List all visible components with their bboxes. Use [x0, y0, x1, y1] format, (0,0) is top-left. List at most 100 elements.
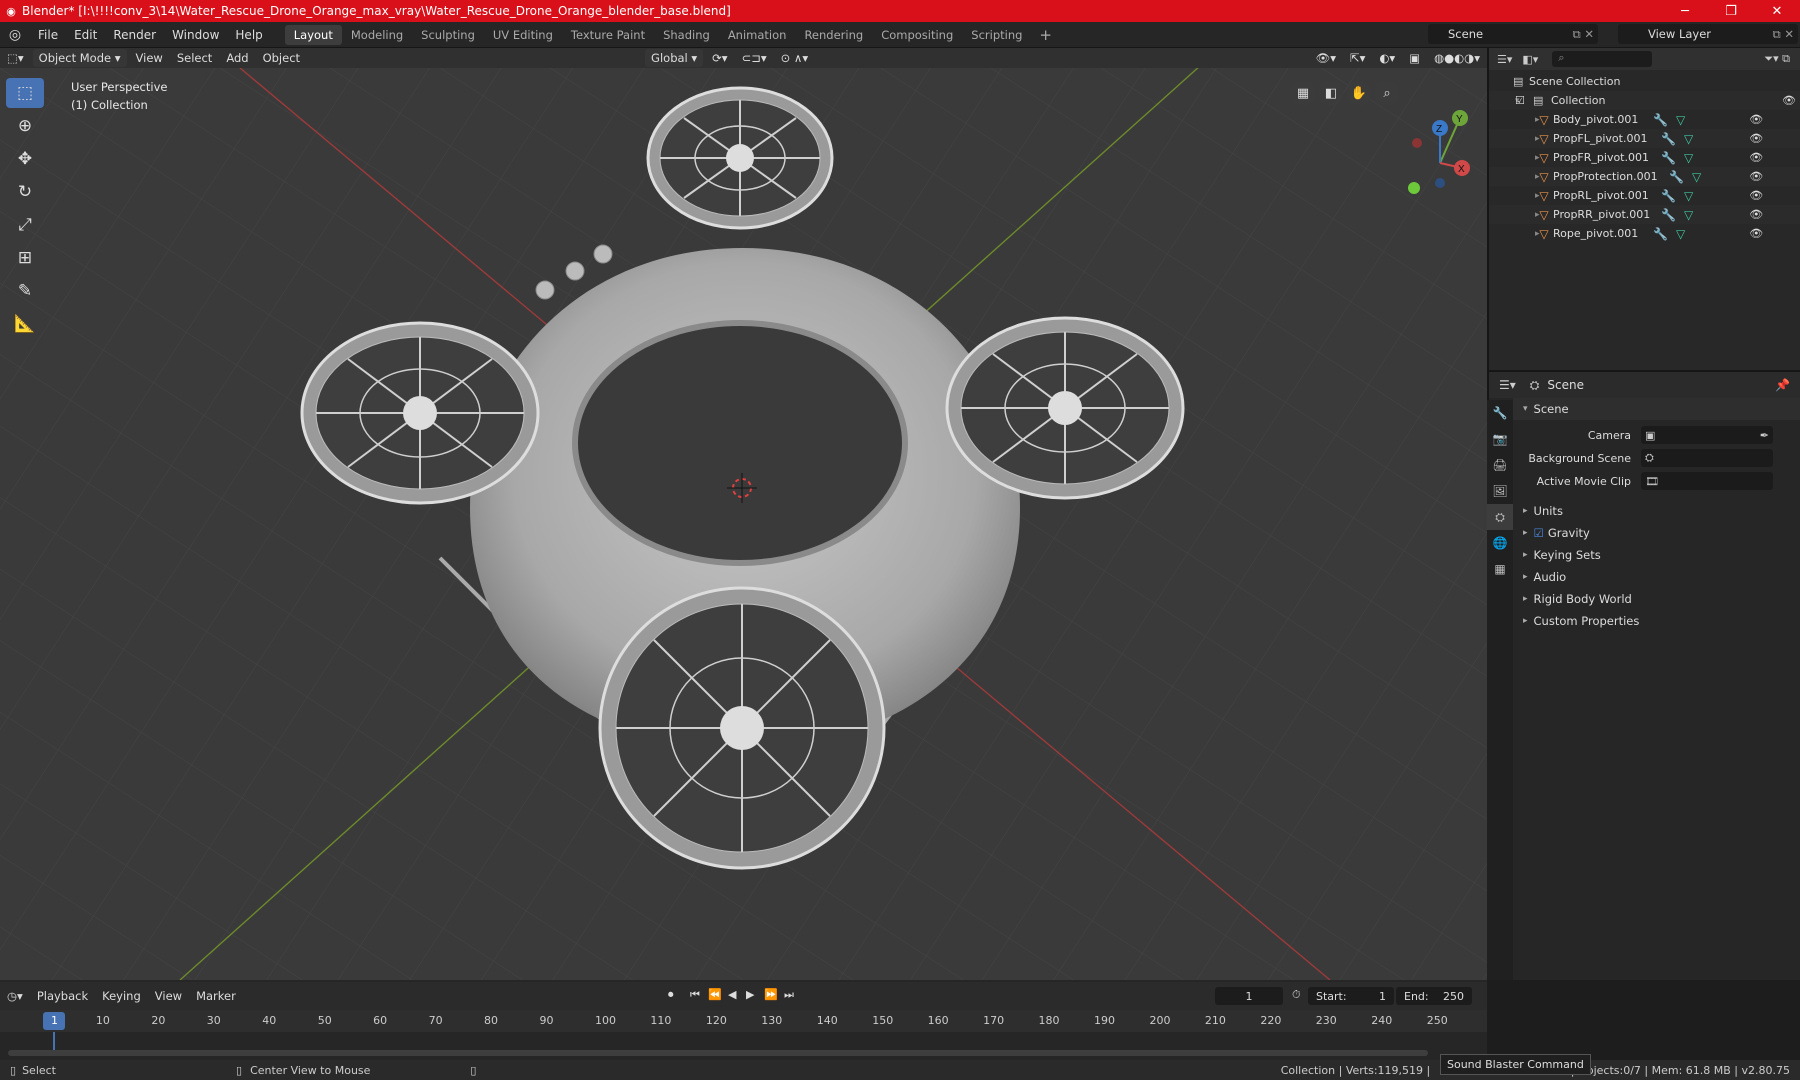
outliner-search-input[interactable]: ⌕: [1552, 51, 1653, 67]
modifier-wrench-icon[interactable]: 🔧: [1669, 170, 1684, 184]
visibility-eye-icon[interactable]: 👁: [1745, 151, 1767, 164]
measure-tool-icon[interactable]: 📐: [6, 309, 44, 339]
modifier-wrench-icon[interactable]: 🔧: [1661, 132, 1676, 146]
expand-icon[interactable]: ▸: [1489, 134, 1540, 144]
stopwatch-icon[interactable]: ⏱: [1292, 988, 1301, 1002]
tab-texture-paint[interactable]: Texture Paint: [562, 25, 654, 45]
gizmo-toggle-icon[interactable]: ⇱▾: [1343, 51, 1372, 65]
visibility-eye-icon[interactable]: 👁: [1745, 227, 1767, 240]
snap-icon[interactable]: ⊂⊐▾: [735, 51, 774, 65]
add-workspace-button[interactable]: +: [1031, 26, 1060, 44]
mesh-data-icon[interactable]: ▽: [1684, 132, 1693, 146]
gravity-checkbox[interactable]: ☑: [1528, 526, 1544, 540]
units-panel-header[interactable]: ▸ Units: [1513, 500, 1800, 522]
viewport-menu-select[interactable]: Select: [170, 51, 219, 65]
transform-orientation-dropdown[interactable]: Global ▾: [645, 49, 704, 67]
visibility-eye-icon[interactable]: 👁: [1745, 113, 1767, 126]
visibility-eye-icon[interactable]: 👁: [1745, 189, 1767, 202]
editor-type-icon[interactable]: ⬚▾: [0, 51, 31, 65]
outliner-collection[interactable]: ▾ ☑ ▤ Collection 👁: [1489, 91, 1800, 110]
mode-dropdown[interactable]: Object Mode ▾: [32, 49, 127, 67]
mesh-data-icon[interactable]: ▽: [1676, 113, 1685, 127]
maximize-button[interactable]: ❐: [1708, 4, 1754, 19]
jump-end-button[interactable]: ⏭: [784, 988, 794, 1002]
expand-icon[interactable]: ▸: [1489, 153, 1540, 163]
tab-modeling[interactable]: Modeling: [342, 25, 412, 45]
outliner-object-row[interactable]: ▸ ▽ Rope_pivot.001 🔧 ▽ 👁: [1489, 224, 1800, 243]
menu-edit[interactable]: Edit: [66, 22, 105, 48]
new-scene-icon[interactable]: ⧉ ✕: [1572, 27, 1598, 42]
new-view-layer-icon[interactable]: ⧉ ✕: [1772, 27, 1798, 42]
view-layer-tab-icon[interactable]: 🖼: [1487, 478, 1513, 504]
properties-editor-icon[interactable]: ☰▾: [1489, 378, 1516, 392]
modifier-wrench-icon[interactable]: 🔧: [1653, 113, 1668, 127]
jump-start-button[interactable]: ⏮: [690, 988, 700, 1002]
shading-modes-icon[interactable]: ◍●◐◑▾: [1427, 51, 1487, 65]
scene-selector[interactable]: Scene ⧉ ✕: [1428, 24, 1598, 44]
outliner-object-row[interactable]: ▸ ▽ PropFR_pivot.001 🔧 ▽ 👁: [1489, 148, 1800, 167]
start-frame-field[interactable]: Start: 1: [1308, 987, 1394, 1005]
mesh-data-icon[interactable]: ▽: [1684, 151, 1693, 165]
3d-viewport[interactable]: Y Z X User Perspective (1) Collection ▦ …: [0, 68, 1487, 980]
proportional-edit-icon[interactable]: ⊙ ∧▾: [774, 51, 815, 65]
viewport-menu-view[interactable]: View: [129, 51, 170, 65]
timeline-editor-icon[interactable]: ◷▾: [0, 989, 30, 1003]
mesh-data-icon[interactable]: ▽: [1684, 189, 1693, 203]
mesh-data-icon[interactable]: ▽: [1684, 208, 1693, 222]
tab-scripting[interactable]: Scripting: [962, 25, 1031, 45]
cursor-tool-icon[interactable]: ⊕: [6, 111, 44, 141]
visibility-eye-icon[interactable]: 👁: [1745, 132, 1767, 145]
outliner-object-row[interactable]: ▸ ▽ PropRL_pivot.001 🔧 ▽ 👁: [1489, 186, 1800, 205]
current-frame-field[interactable]: 1: [1215, 987, 1283, 1005]
tab-sculpting[interactable]: Sculpting: [412, 25, 484, 45]
world-tab-icon[interactable]: 🌐: [1487, 530, 1513, 556]
outliner-object-row[interactable]: ▸ ▽ PropFL_pivot.001 🔧 ▽ 👁: [1489, 129, 1800, 148]
timeline-view-menu[interactable]: View: [148, 989, 189, 1003]
tool-tab-icon[interactable]: 🔧: [1487, 400, 1513, 426]
jump-keyframe-forward-button[interactable]: ⏩: [764, 988, 778, 1001]
tab-rendering[interactable]: Rendering: [795, 25, 872, 45]
jump-keyframe-back-button[interactable]: ⏪: [708, 988, 722, 1001]
tab-uv-editing[interactable]: UV Editing: [484, 25, 562, 45]
close-button[interactable]: ✕: [1754, 4, 1800, 19]
gravity-panel-header[interactable]: ▸ ☑ Gravity: [1513, 522, 1800, 544]
audio-panel-header[interactable]: ▸ Audio: [1513, 566, 1800, 588]
menu-window[interactable]: Window: [164, 22, 227, 48]
expand-icon[interactable]: ▸: [1489, 115, 1540, 125]
tab-compositing[interactable]: Compositing: [872, 25, 962, 45]
record-button[interactable]: ⏺: [668, 988, 674, 1002]
move-tool-icon[interactable]: ✥: [6, 144, 44, 174]
active-movie-clip-field[interactable]: 🎞: [1641, 472, 1773, 490]
scene-tab-icon[interactable]: ⛭: [1487, 504, 1513, 530]
outliner-object-row[interactable]: ▸ ▽ Body_pivot.001 🔧 ▽ 👁: [1489, 110, 1800, 129]
visibility-eye-icon[interactable]: 👁: [1745, 208, 1767, 221]
render-tab-icon[interactable]: 📷: [1487, 426, 1513, 452]
tab-layout[interactable]: Layout: [284, 24, 342, 45]
expand-icon[interactable]: ▸: [1489, 191, 1540, 201]
viewport-menu-add[interactable]: Add: [219, 51, 255, 65]
blender-menu-icon[interactable]: ◎: [0, 27, 30, 43]
expand-chevron-icon[interactable]: ▾: [1489, 96, 1520, 106]
pivot-icon[interactable]: ⟳▾: [705, 51, 734, 65]
frame-ruler[interactable]: 1 10 20 30 40 50 60 70 80 90 100 110 120 130 140 150 160…: [0, 1010, 1487, 1032]
pan-hand-icon[interactable]: ✋: [1346, 80, 1372, 106]
minimize-button[interactable]: ─: [1662, 4, 1708, 19]
scale-tool-icon[interactable]: ⤢: [6, 210, 44, 240]
scene-panel-header[interactable]: ▾ Scene: [1513, 398, 1800, 420]
transform-tool-icon[interactable]: ⊞: [6, 243, 44, 273]
keying-sets-panel-header[interactable]: ▸ Keying Sets: [1513, 544, 1800, 566]
camera-view-icon[interactable]: ◧: [1318, 80, 1344, 106]
eyedropper-icon[interactable]: ✒: [1760, 429, 1773, 442]
output-tab-icon[interactable]: 🖨: [1487, 452, 1513, 478]
display-mode-icon[interactable]: ◧▾: [1512, 53, 1538, 66]
rigid-body-world-panel-header[interactable]: ▸ Rigid Body World: [1513, 588, 1800, 610]
timeline-scrollbar[interactable]: [8, 1050, 1428, 1056]
view-layer-selector[interactable]: View Layer ⧉ ✕: [1618, 24, 1798, 44]
play-reverse-button[interactable]: ◀: [728, 988, 736, 1001]
zoom-icon[interactable]: ⌕: [1374, 80, 1400, 106]
outliner-object-row[interactable]: ▸ ▽ PropProtection.001 🔧 ▽ 👁: [1489, 167, 1800, 186]
playback-menu[interactable]: Playback: [30, 989, 95, 1003]
modifier-wrench-icon[interactable]: 🔧: [1661, 151, 1676, 165]
background-scene-field[interactable]: ⛭: [1641, 449, 1773, 467]
toggle-camera-icon[interactable]: ▦: [1290, 80, 1316, 106]
